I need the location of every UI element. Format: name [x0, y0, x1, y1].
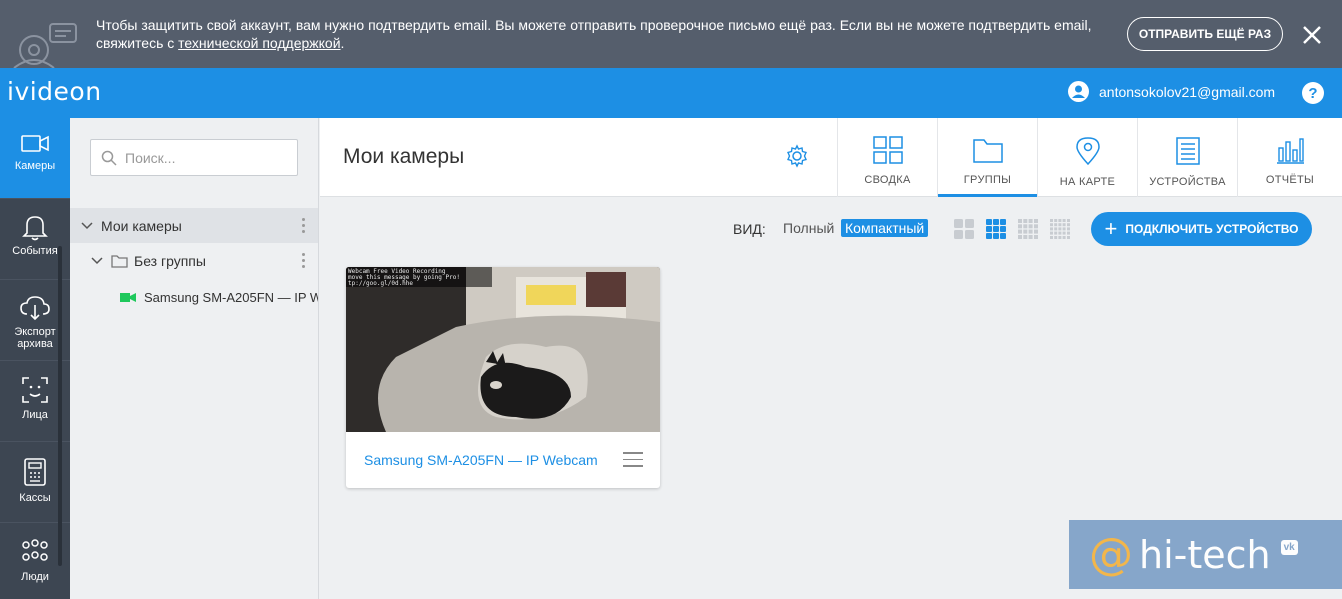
search-icon: [101, 150, 117, 166]
nav-label: События: [12, 245, 58, 257]
hi-tech-watermark: @ hi-tech vk: [1069, 520, 1342, 589]
nav-label: Люди: [21, 571, 49, 583]
tab-devices[interactable]: УСТРОЙСТВА: [1137, 118, 1237, 197]
more-options-icon[interactable]: [302, 253, 306, 269]
page-title: Мои камеры: [343, 145, 465, 168]
tree-group-label: Без группы: [134, 252, 206, 269]
tab-label: СВОДКА: [864, 174, 911, 186]
ivideon-logo[interactable]: ivideon: [7, 77, 102, 106]
folder-icon: [972, 139, 1003, 163]
resend-email-button[interactable]: ОТПРАВИТЬ ЕЩЁ РАЗ: [1127, 17, 1283, 51]
map-pin-icon: [1075, 137, 1100, 166]
at-logo: @: [1089, 529, 1133, 580]
camera-card[interactable]: Webcam Free Video Recording move this me…: [346, 267, 660, 488]
view-bar: ВИД: Полный Компактный + ПОДКЛЮЧИТЬ УСТР…: [320, 197, 1342, 257]
tree-root-label: Мои камеры: [101, 217, 182, 234]
add-device-label: ПОДКЛЮЧИТЬ УСТРОЙСТВО: [1125, 222, 1299, 236]
left-navigation: Камеры События Экспорт архива Лица Кассы…: [0, 118, 70, 599]
view-compact-option[interactable]: Компактный: [841, 219, 929, 237]
tab-reports[interactable]: ОТЧЁТЫ: [1237, 118, 1342, 197]
bell-icon: [22, 216, 48, 241]
banner-text-end: .: [340, 35, 345, 51]
face-icon: [22, 377, 48, 403]
tab-label: НА КАРТЕ: [1059, 176, 1116, 188]
tree-item-no-group[interactable]: Без группы: [70, 243, 318, 278]
nav-label: Камеры: [14, 160, 56, 172]
tab-groups[interactable]: ГРУППЫ: [937, 118, 1038, 197]
vk-icon: vk: [1280, 540, 1298, 555]
help-button[interactable]: ?: [1302, 82, 1324, 104]
devices-icon: [1175, 137, 1200, 165]
main-toolbar: Мои камеры СВОДКА ГРУППЫ НА КАРТЕ УСТРОЙ…: [320, 118, 1342, 197]
nav-label: Кассы: [19, 492, 51, 504]
hamburger-menu-icon[interactable]: [623, 452, 643, 468]
gear-icon[interactable]: [785, 144, 809, 168]
tab-label: УСТРОЙСТВА: [1149, 176, 1226, 188]
tab-summary[interactable]: СВОДКА: [837, 118, 937, 197]
tree-item-camera[interactable]: Samsung SM-A205FN — IP Webcam: [70, 280, 318, 315]
tree-item-my-cameras[interactable]: Мои камеры: [70, 208, 318, 243]
chevron-down-icon[interactable]: [91, 256, 103, 265]
watermark-text: hi-tech: [1139, 532, 1271, 577]
view-full-option[interactable]: Полный: [779, 219, 838, 237]
more-options-icon[interactable]: [302, 218, 306, 234]
tree-camera-label: Samsung SM-A205FN — IP Webcam: [144, 290, 318, 305]
user-avatar-icon: [1068, 81, 1089, 102]
grid-2x2-icon[interactable]: [954, 219, 974, 239]
camera-online-icon: [120, 293, 136, 302]
tab-label: ОТЧЁТЫ: [1265, 174, 1315, 186]
reports-icon: [1277, 138, 1304, 164]
nav-scrollbar[interactable]: [58, 246, 62, 566]
banner-message: Чтобы защитить свой аккаунт, вам нужно п…: [96, 16, 1096, 52]
email-verification-banner: Чтобы защитить свой аккаунт, вам нужно п…: [0, 0, 1342, 68]
camera-tree-panel: Мои камеры Без группы Samsung SM-A205FN …: [70, 118, 319, 599]
nav-label: Лица: [22, 409, 48, 421]
nav-item-cameras[interactable]: Камеры: [0, 118, 70, 199]
camera-icon: [21, 135, 49, 152]
close-icon[interactable]: [1299, 22, 1325, 48]
user-account[interactable]: antonsokolov21@gmail.com: [1068, 81, 1275, 102]
grid-5x5-icon[interactable]: [1050, 219, 1070, 239]
search-input[interactable]: [125, 149, 285, 166]
grid-4x4-icon[interactable]: [1018, 219, 1038, 239]
robot-icon: [13, 23, 77, 68]
camera-card-title[interactable]: Samsung SM-A205FN — IP Webcam: [364, 452, 598, 468]
tab-label: ГРУППЫ: [963, 174, 1012, 186]
grid-3x3-icon[interactable]: [986, 219, 1006, 239]
chevron-down-icon[interactable]: [81, 221, 93, 230]
cash-register-icon: [24, 458, 46, 486]
support-link[interactable]: технической поддержкой: [178, 35, 340, 51]
view-label: ВИД:: [733, 221, 766, 237]
cloud-download-icon: [20, 296, 50, 321]
folder-icon: [111, 254, 128, 268]
people-icon: [22, 539, 48, 561]
camera-preview-image[interactable]: Webcam Free Video Recording move this me…: [346, 267, 660, 432]
tab-map[interactable]: НА КАРТЕ: [1037, 118, 1137, 197]
user-email: antonsokolov21@gmail.com: [1099, 83, 1276, 100]
app-header: ivideon antonsokolov21@gmail.com ?: [0, 68, 1342, 118]
plus-icon: +: [1104, 216, 1118, 241]
search-box[interactable]: [90, 139, 298, 176]
add-device-button[interactable]: + ПОДКЛЮЧИТЬ УСТРОЙСТВО: [1091, 212, 1312, 246]
summary-icon: [872, 136, 903, 164]
overlay-text: tp://goo.gl/0d.hhe: [348, 280, 413, 287]
